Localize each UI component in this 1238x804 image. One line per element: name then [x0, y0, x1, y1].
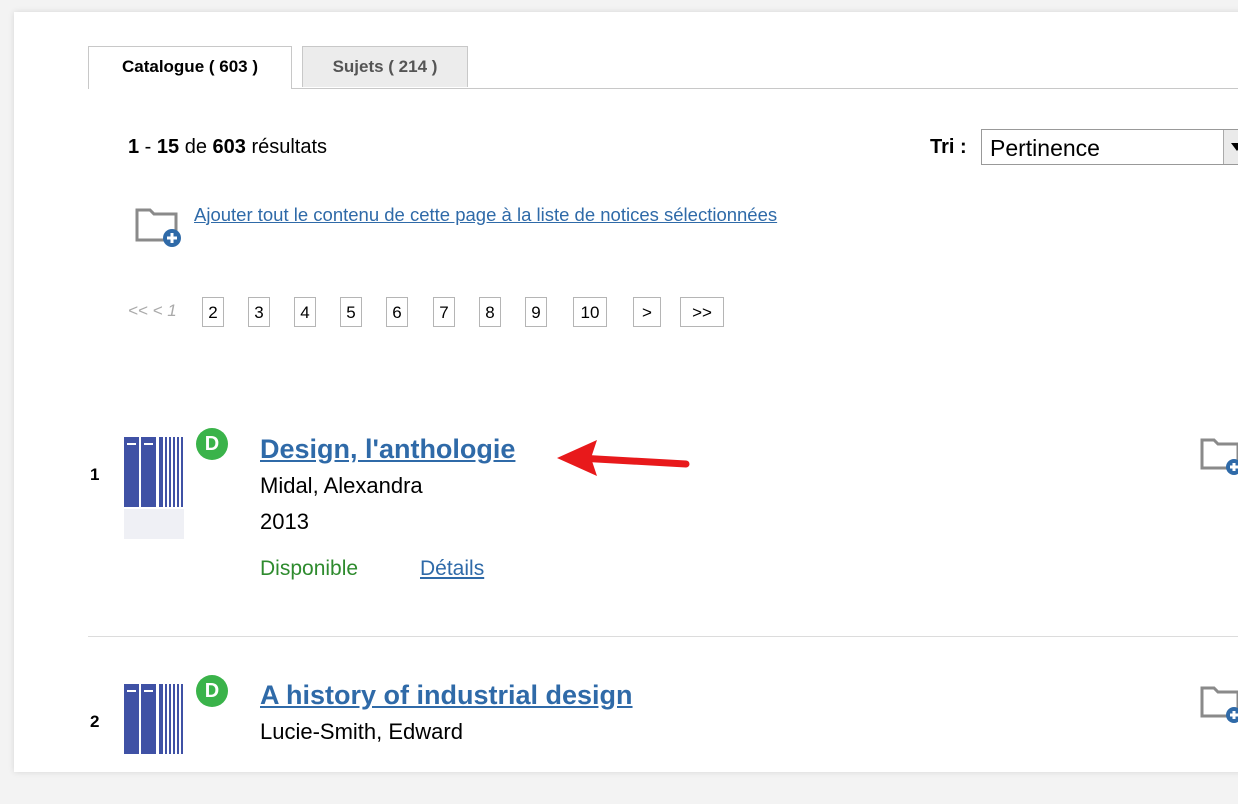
red-arrow-annotation [557, 440, 690, 476]
page-9[interactable]: 9 [525, 297, 547, 327]
folder-add-icon[interactable] [134, 202, 184, 248]
page-next[interactable]: > [633, 297, 661, 327]
add-all-link[interactable]: Ajouter tout le contenu de cette page à … [194, 204, 777, 226]
tab-catalogue[interactable]: Catalogue ( 603 ) [88, 46, 292, 89]
results-from: 1 [128, 136, 140, 158]
book-cover-icon [124, 437, 184, 539]
folder-add-icon[interactable] [1200, 434, 1238, 476]
page-3[interactable]: 3 [248, 297, 270, 327]
page-2[interactable]: 2 [202, 297, 224, 327]
result-divider [88, 636, 1238, 637]
pagination-prev: << < 1 [128, 301, 177, 320]
results-to: 15 [156, 136, 180, 158]
page-7[interactable]: 7 [433, 297, 455, 327]
sort-label: Tri : [930, 136, 967, 158]
results-suffix: résultats [245, 136, 328, 158]
result-author: Lucie-Smith, Edward [260, 719, 463, 744]
result-title-link[interactable]: A history of industrial design [260, 680, 633, 711]
result-details-link[interactable]: Détails [420, 557, 484, 581]
sort-select[interactable]: Pertinence [981, 129, 1238, 165]
book-cover-icon [124, 684, 183, 754]
result-author: Midal, Alexandra [260, 473, 423, 498]
results-sep: - [139, 136, 157, 158]
page-last[interactable]: >> [680, 297, 724, 327]
sort-select-value: Pertinence [990, 135, 1100, 161]
page-6[interactable]: 6 [386, 297, 408, 327]
availability-badge: D [196, 675, 228, 707]
search-results-page: Catalogue ( 603 ) Sujets ( 214 ) 1 - 15 … [14, 12, 1238, 772]
result-number: 2 [90, 712, 100, 731]
results-total: 603 [212, 136, 246, 158]
result-title-link[interactable]: Design, l'anthologie [260, 434, 515, 465]
tab-sujets[interactable]: Sujets ( 214 ) [302, 46, 468, 87]
folder-add-icon[interactable] [1200, 682, 1238, 724]
page-4[interactable]: 4 [294, 297, 316, 327]
page-8[interactable]: 8 [479, 297, 501, 327]
dropdown-arrow-icon[interactable] [1223, 130, 1238, 164]
page-5[interactable]: 5 [340, 297, 362, 327]
page-10[interactable]: 10 [573, 297, 607, 327]
result-status: Disponible [260, 557, 359, 580]
results-tabs: Catalogue ( 603 ) Sujets ( 214 ) [88, 46, 1238, 89]
availability-badge: D [196, 428, 228, 460]
result-number: 1 [90, 465, 100, 484]
result-year: 2013 [260, 509, 309, 534]
results-count: 1 - 15 de 603 résultats [128, 136, 327, 159]
results-de: de [179, 136, 213, 158]
